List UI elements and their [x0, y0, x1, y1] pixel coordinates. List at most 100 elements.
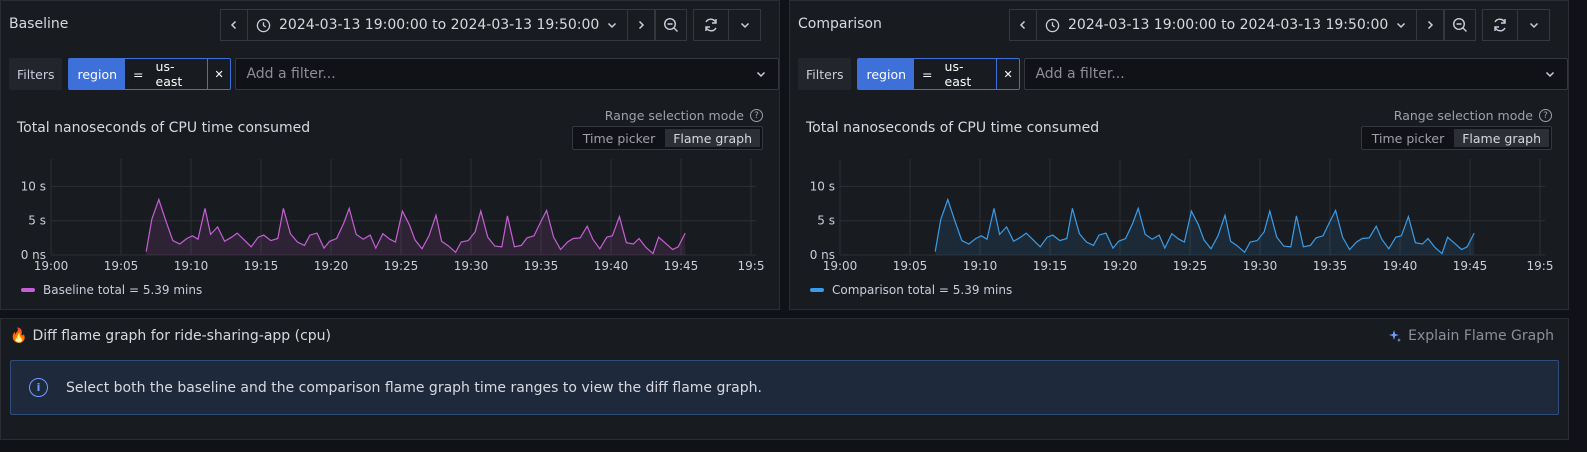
x-tick-label: 19:00 [823, 259, 858, 273]
chart-legend[interactable]: Comparison total = 5.39 mins [810, 283, 1012, 297]
filter-operator[interactable]: = [914, 59, 939, 89]
time-range-text: 2024-03-13 19:00:00 to 2024-03-13 19:50:… [1068, 17, 1389, 33]
info-message: Select both the baseline and the compari… [66, 379, 762, 396]
legend-swatch [810, 288, 824, 292]
explain-flame-graph-button[interactable]: Explain Flame Graph [1388, 328, 1554, 344]
x-tick-label: 19:10 [963, 259, 998, 273]
time-range-button[interactable]: 2024-03-13 19:00:00 to 2024-03-13 19:50:… [248, 9, 628, 41]
x-tick-label: 19:30 [454, 259, 489, 273]
filter-value[interactable]: us-east [149, 59, 207, 89]
x-tick-label: 19:15 [1033, 259, 1068, 273]
add-filter-placeholder: Add a filter... [246, 66, 336, 82]
filter-operator[interactable]: = [125, 59, 150, 89]
filter-chip[interactable]: region = us-east ✕ [68, 58, 232, 90]
legend-label: Comparison total = 5.39 mins [832, 283, 1013, 297]
legend-swatch [21, 288, 35, 292]
filter-chip[interactable]: region = us-east ✕ [857, 58, 1021, 90]
mode-flame-graph[interactable]: Flame graph [1454, 129, 1549, 147]
clock-icon [256, 18, 271, 32]
zoom-out-icon [1453, 17, 1468, 32]
range-mode-label: Range selection mode [604, 108, 744, 123]
mode-time-picker[interactable]: Time picker [575, 129, 663, 147]
x-tick-label: 19:40 [1383, 259, 1418, 273]
remove-filter-button[interactable]: ✕ [206, 59, 231, 89]
x-tick-label: 19:25 [1173, 259, 1208, 273]
x-tick-label: 19:5 [1527, 259, 1554, 273]
mode-flame-graph[interactable]: Flame graph [665, 129, 760, 147]
comparison-timeseries-chart[interactable]: 0 ns5 s10 s19:00 19:05 19:10 19:15 19:20 19:2… [790, 151, 1568, 281]
refresh-icon [1494, 18, 1507, 32]
zoom-out-button[interactable] [1444, 9, 1477, 41]
refresh-interval-dropdown[interactable] [1518, 9, 1551, 41]
chevron-down-icon [1545, 71, 1555, 78]
refresh-button[interactable] [693, 9, 730, 41]
filters-label: Filters [798, 58, 852, 90]
x-tick-label: 19:05 [104, 259, 139, 273]
y-tick-label: 10 s [21, 179, 46, 193]
diff-title-text: Diff flame graph for ride-sharing-app (c… [32, 328, 332, 344]
x-tick-label: 19:45 [664, 259, 699, 273]
x-tick-label: 19:15 [244, 259, 279, 273]
time-forward-button[interactable] [1416, 9, 1445, 41]
time-back-button[interactable] [220, 9, 248, 41]
add-filter-input[interactable]: Add a filter... [235, 58, 779, 90]
close-icon: ✕ [214, 67, 224, 81]
zoom-out-button[interactable] [655, 9, 688, 41]
chevron-down-icon [608, 22, 617, 29]
chevron-right-icon [1428, 20, 1434, 30]
x-tick-label: 19:20 [1103, 259, 1138, 273]
refresh-icon [705, 18, 718, 32]
time-range-button[interactable]: 2024-03-13 19:00:00 to 2024-03-13 19:50:… [1037, 9, 1417, 41]
time-range-text: 2024-03-13 19:00:00 to 2024-03-13 19:50:… [279, 17, 600, 33]
filters-bar: Filters region = us-east ✕ Add a filter.… [9, 58, 779, 90]
range-selection-mode: Range selection mode ? [1394, 108, 1552, 123]
chevron-down-icon [1529, 22, 1538, 29]
chart-legend[interactable]: Baseline total = 5.39 mins [21, 283, 202, 297]
baseline-panel: Baseline 2024-03-13 19:00:00 to 2024-03-… [0, 0, 780, 310]
chevron-down-icon [756, 71, 766, 78]
chevron-left-icon [230, 20, 237, 30]
explain-label: Explain Flame Graph [1408, 328, 1554, 344]
chevron-right-icon [639, 20, 645, 30]
range-selection-mode: Range selection mode ? [605, 108, 763, 123]
y-tick-label: 5 s [28, 214, 46, 228]
x-tick-label: 19:35 [524, 259, 559, 273]
x-tick-label: 19:45 [1453, 259, 1488, 273]
comparison-panel: Comparison 2024-03-13 19:00:00 to 2024-0… [789, 0, 1569, 310]
time-range-picker: 2024-03-13 19:00:00 to 2024-03-13 19:50:… [220, 9, 762, 41]
add-filter-input[interactable]: Add a filter... [1024, 58, 1568, 90]
baseline-timeseries-chart[interactable]: 0 ns5 s10 s19:00 19:05 19:10 19:15 19:20 19:2… [1, 151, 779, 281]
mode-time-picker[interactable]: Time picker [1364, 129, 1452, 147]
panel-title: Baseline [9, 16, 69, 32]
x-tick-label: 19:20 [314, 259, 349, 273]
info-alert: i Select both the baseline and the compa… [10, 360, 1559, 415]
help-icon[interactable]: ? [750, 109, 763, 122]
filters-bar: Filters region = us-east ✕ Add a filter.… [798, 58, 1568, 90]
range-mode-toggle: Time picker Flame graph [571, 126, 763, 150]
chart-title: Total nanoseconds of CPU time consumed [17, 120, 311, 136]
filter-key[interactable]: region [858, 59, 915, 89]
x-tick-label: 19:5 [738, 259, 765, 273]
time-forward-button[interactable] [627, 9, 656, 41]
x-tick-label: 19:30 [1243, 259, 1278, 273]
chevron-left-icon [1019, 20, 1026, 30]
series-area [935, 199, 1475, 255]
legend-label: Baseline total = 5.39 mins [43, 283, 203, 297]
remove-filter-button[interactable]: ✕ [995, 59, 1020, 89]
x-tick-label: 19:10 [174, 259, 209, 273]
refresh-interval-dropdown[interactable] [729, 9, 762, 41]
diff-title: 🔥 Diff flame graph for ride-sharing-app … [10, 328, 331, 344]
diff-flame-graph-panel: 🔥 Diff flame graph for ride-sharing-app … [0, 318, 1569, 440]
x-tick-label: 19:35 [1313, 259, 1348, 273]
y-tick-label: 5 s [817, 214, 835, 228]
y-tick-label: 10 s [810, 179, 835, 193]
panel-title: Comparison [798, 16, 882, 32]
time-back-button[interactable] [1009, 9, 1037, 41]
filter-key[interactable]: region [69, 59, 126, 89]
help-icon[interactable]: ? [1539, 109, 1552, 122]
refresh-button[interactable] [1482, 9, 1519, 41]
filter-value[interactable]: us-east [938, 59, 996, 89]
filters-label: Filters [9, 58, 63, 90]
clock-icon [1045, 18, 1060, 32]
fire-icon: 🔥 [10, 328, 28, 344]
